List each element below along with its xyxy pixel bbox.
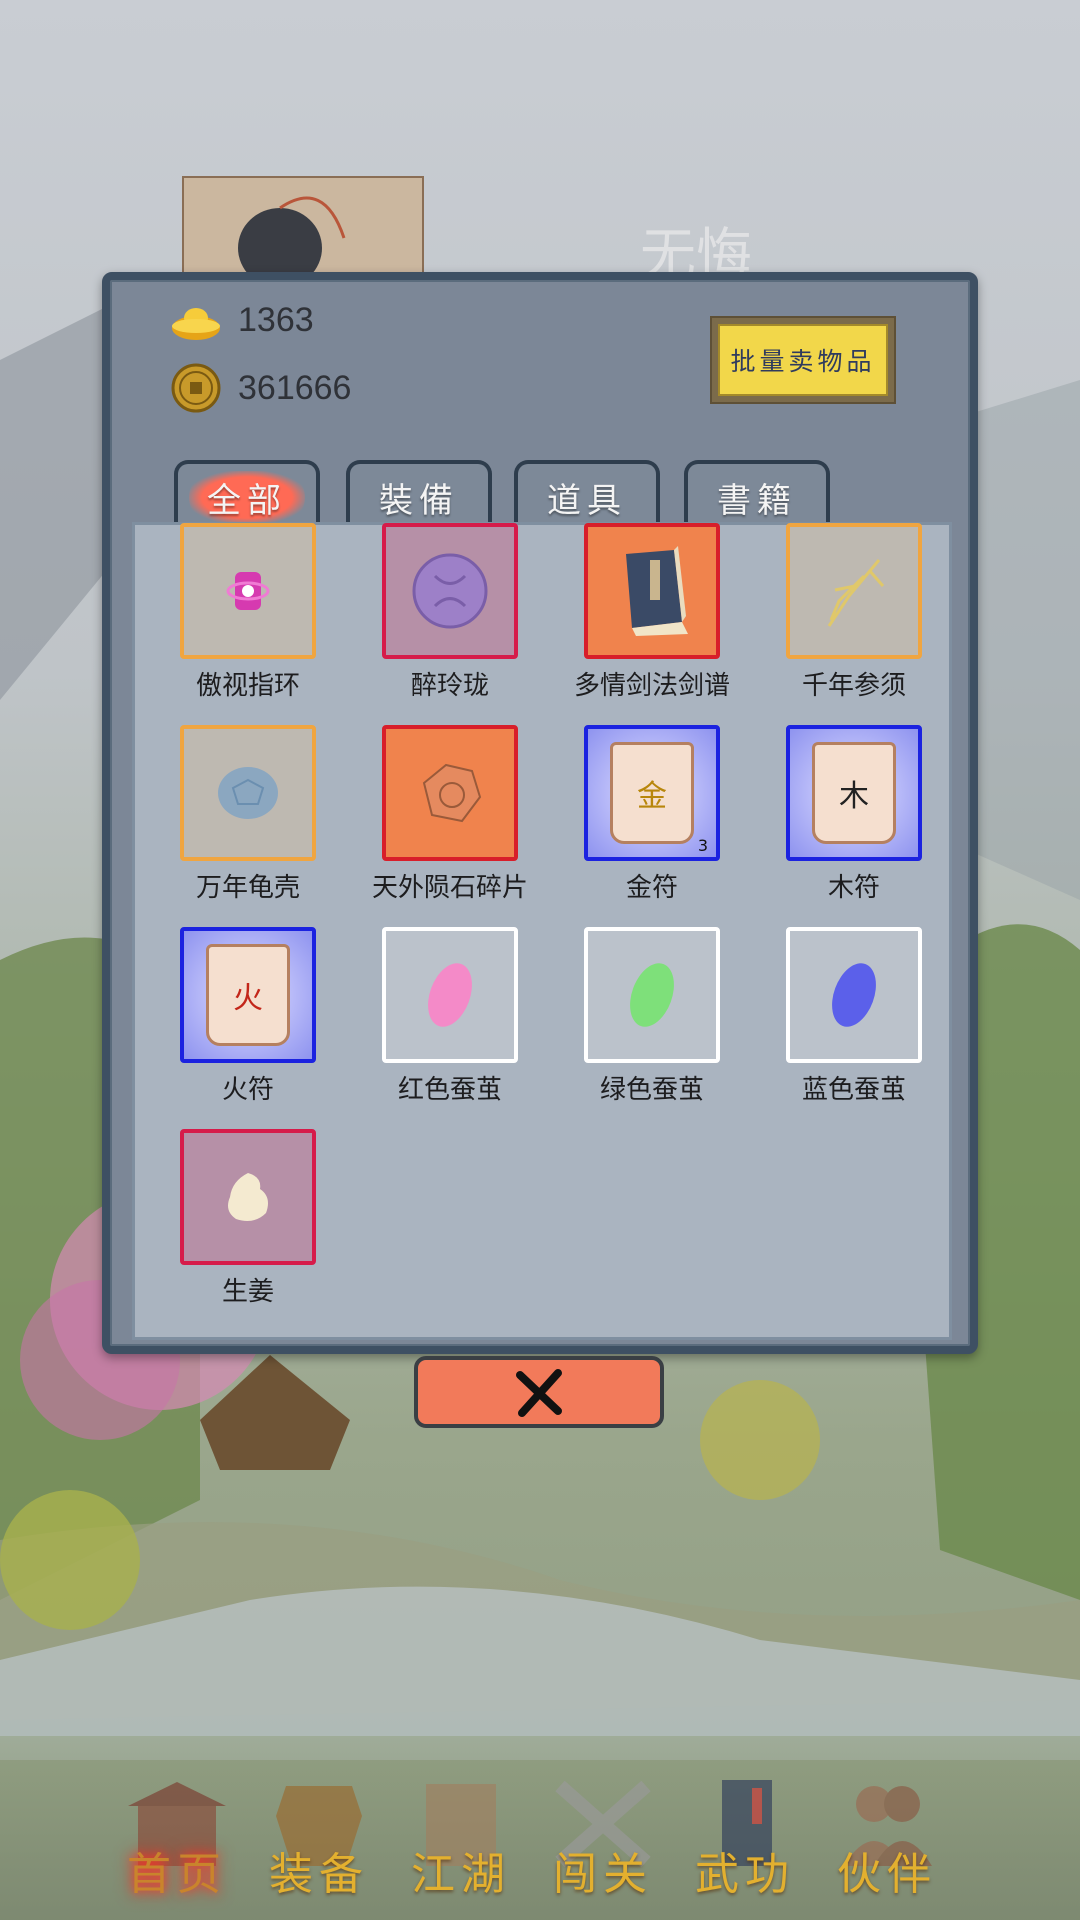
item-name: 木符 [827,873,880,903]
close-button[interactable] [414,1356,664,1428]
ring-icon [226,572,270,610]
gold-ingot-icon [172,308,220,340]
ginger-icon [228,1173,268,1221]
nav-label: 闯关 [553,1849,653,1900]
copper-coin-icon [171,363,221,413]
inventory-slot[interactable]: 多情剑法剑谱 [551,523,753,702]
item-frame [786,927,922,1063]
item-frame [382,725,518,861]
item-frame [382,927,518,1063]
inventory-slot[interactable]: 醉玲珑 [349,523,551,702]
inventory-dialog: 1363 361666 批量卖物品 全部 裝備 道具 書籍 傲视指环 醉玲珑 多… [102,272,978,1354]
item-frame [382,523,518,659]
nav-item-companions[interactable]: 伙伴 [822,1776,952,1906]
jade-disc-icon [412,553,488,629]
item-name: 绿色蚕茧 [599,1075,704,1105]
nav-item-home[interactable]: 首页 [112,1776,242,1906]
item-name: 生姜 [221,1277,274,1307]
batch-sell-button[interactable]: 批量卖物品 [710,316,896,404]
tab-all[interactable]: 全部 [174,460,320,530]
inventory-slot[interactable]: 生姜 [147,1129,349,1308]
item-frame: 木 [786,725,922,861]
inventory-slot[interactable]: 木 木符 [753,725,955,904]
item-name: 红色蚕茧 [397,1075,502,1105]
item-name: 金符 [625,873,678,903]
nav-label: 武功 [695,1849,795,1900]
ginseng-icon [827,559,885,627]
inventory-grid: 傲视指环 醉玲珑 多情剑法剑谱 千年参须 万年龟壳 天外陨石碎片 金 3 金符 … [132,522,952,1340]
inventory-slot[interactable]: 蓝色蚕茧 [753,927,955,1106]
nav-item-challenge[interactable]: 闯关 [538,1776,668,1906]
item-frame: 火 [180,927,316,1063]
bottom-navigation: 首页 装备 江湖 闯关 武功 伙伴 [0,1736,1080,1920]
batch-sell-label: 批量卖物品 [718,324,888,396]
gold-ingot-counter: 1363 [170,294,314,346]
item-frame [584,523,720,659]
item-quantity: 3 [697,836,708,855]
inventory-slot[interactable]: 天外陨石碎片 [349,725,551,904]
item-frame [180,725,316,861]
inventory-slot[interactable]: 绿色蚕茧 [551,927,753,1106]
close-icon [516,1369,562,1417]
red-cocoon-icon [428,963,472,1027]
item-name: 醉玲珑 [410,671,489,701]
nav-label: 江湖 [411,1849,511,1900]
item-name: 蓝色蚕茧 [801,1075,906,1105]
blue-cocoon-icon [832,963,876,1027]
nav-item-jianghu[interactable]: 江湖 [396,1776,526,1906]
coin-amount: 361666 [238,368,352,407]
inventory-slot[interactable]: 金 3 金符 [551,725,753,904]
item-frame: 金 3 [584,725,720,861]
nav-item-equipment[interactable]: 装备 [254,1776,384,1906]
green-cocoon-icon [630,963,674,1027]
item-name: 万年龟壳 [195,873,300,903]
nav-item-martial-arts[interactable]: 武功 [680,1776,810,1906]
talisman-icon: 木 [812,742,896,844]
tab-items[interactable]: 道具 [514,460,660,530]
tab-equipment[interactable]: 裝備 [346,460,492,530]
inventory-slot[interactable]: 红色蚕茧 [349,927,551,1106]
inventory-slot[interactable]: 千年参须 [753,523,955,702]
meteorite-icon [422,763,482,823]
nav-label: 伙伴 [837,1849,937,1900]
nav-label: 装备 [269,1849,369,1900]
coin-counter: 361666 [170,362,351,414]
inventory-slot[interactable]: 万年龟壳 [147,725,349,904]
item-frame [584,927,720,1063]
item-name: 千年参须 [801,671,906,701]
tab-books[interactable]: 書籍 [684,460,830,530]
book-icon [626,546,688,636]
item-frame [180,1129,316,1265]
item-frame [180,523,316,659]
turtle-shell-icon [218,767,278,819]
item-name: 傲视指环 [195,671,300,701]
inventory-slot[interactable]: 火 火符 [147,927,349,1106]
talisman-icon: 火 [206,944,290,1046]
talisman-icon: 金 [610,742,694,844]
nav-label: 首页 [127,1849,227,1900]
item-name: 天外陨石碎片 [371,873,528,903]
item-frame [786,523,922,659]
gold-ingot-amount: 1363 [238,300,314,339]
item-name: 多情剑法剑谱 [573,671,730,701]
inventory-slot[interactable]: 傲视指环 [147,523,349,702]
item-name: 火符 [221,1075,274,1105]
